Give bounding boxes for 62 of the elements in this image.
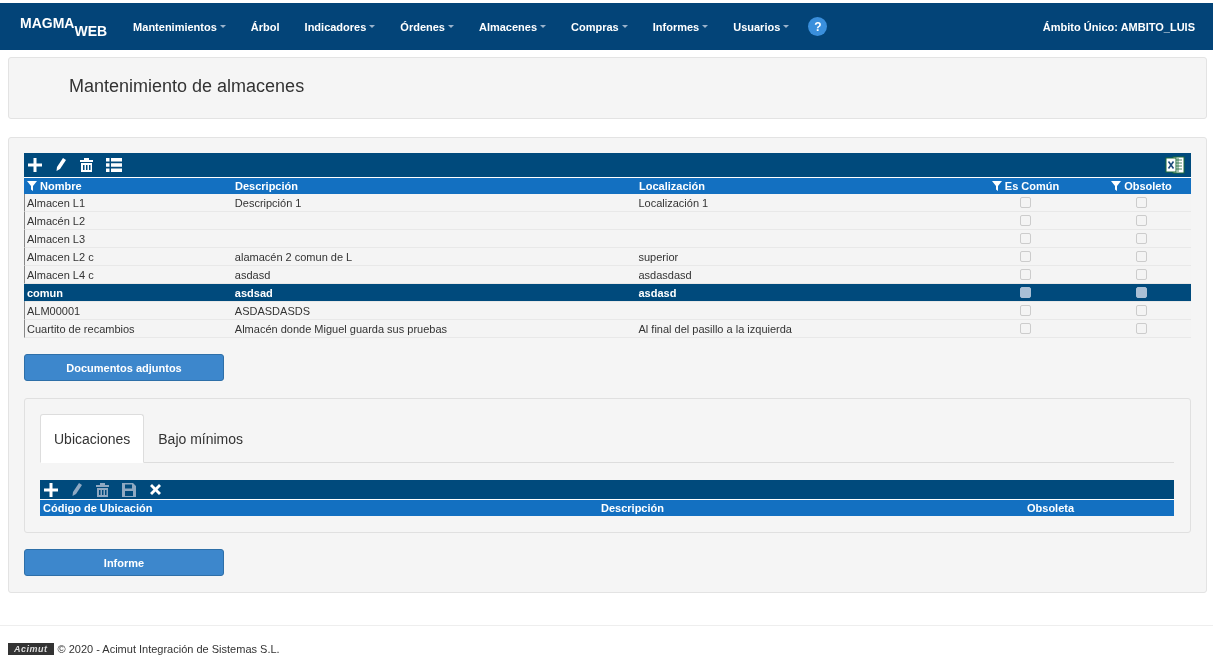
column-header[interactable]: Descripción bbox=[601, 502, 664, 514]
table-cell: Almacen L2 c bbox=[27, 250, 94, 263]
table-row[interactable]: Almacén L2 bbox=[24, 212, 1191, 230]
column-header[interactable]: Localización bbox=[639, 180, 706, 192]
add-icon[interactable] bbox=[28, 158, 42, 172]
table-row[interactable]: ALM00001 ASDASDASDS bbox=[24, 302, 1191, 320]
table-cell: alamacén 2 comun de L bbox=[234, 250, 353, 263]
column-header[interactable]: Es Común bbox=[1004, 180, 1060, 192]
table-cell: Descripción 1 bbox=[234, 196, 302, 209]
spreadsheet-export-icon[interactable] bbox=[1165, 155, 1185, 175]
table-cell: Al final del pasillo a la izquierda bbox=[638, 322, 792, 335]
table-cell: Localización 1 bbox=[638, 196, 709, 209]
filter-icon[interactable] bbox=[27, 181, 37, 191]
column-header[interactable]: Descripción bbox=[235, 180, 298, 192]
table-row[interactable]: Cuartito de recambios Almacén donde Miguel guarda sus pruebas Al final del pasillo a la izquierda bbox=[24, 320, 1191, 338]
table-cell: asdsad bbox=[234, 286, 273, 299]
table-row[interactable]: Almacen L4 c asdasd asdasdasd bbox=[24, 266, 1191, 284]
scope-label: Ámbito Único: AMBITO_LUIS bbox=[1042, 20, 1195, 33]
copyright-text: © 2020 - Acimut Integración de Sistemas S.L. bbox=[57, 643, 280, 655]
filter-icon[interactable] bbox=[1111, 181, 1122, 191]
table-row[interactable]: Almacen L1 Descripción 1 Localización 1 bbox=[24, 194, 1191, 212]
nav-menu-item[interactable]: Órdenes bbox=[400, 20, 454, 33]
column-header[interactable]: Nombre bbox=[40, 180, 82, 192]
column-header[interactable]: Obsoleta bbox=[1027, 502, 1075, 514]
table-cell: Cuartito de recambios bbox=[27, 322, 135, 335]
tab[interactable]: Ubicaciones bbox=[40, 414, 145, 463]
nav-menu-item[interactable]: Usuarios bbox=[733, 20, 790, 33]
table-cell: ASDASDASDS bbox=[234, 304, 311, 317]
page-title: Mantenimiento de almacenes bbox=[69, 75, 305, 97]
close-icon[interactable] bbox=[149, 483, 162, 496]
app-logo[interactable]: MAGMAWEB bbox=[20, 14, 108, 39]
table-row[interactable]: comun asdsad asdasd bbox=[24, 284, 1191, 302]
nav-menu-item[interactable]: Informes bbox=[652, 20, 709, 33]
report-button[interactable]: Informe bbox=[24, 549, 224, 576]
pencil-icon[interactable] bbox=[55, 158, 67, 172]
trash-icon[interactable] bbox=[80, 158, 93, 172]
table-row[interactable]: Almacen L2 c alamacén 2 comun de L superior bbox=[24, 248, 1191, 266]
attachments-button[interactable]: Documentos adjuntos bbox=[24, 354, 224, 381]
table-cell: comun bbox=[27, 286, 64, 299]
table-cell: asdasd bbox=[638, 286, 677, 299]
company-logo: Acimut bbox=[8, 643, 54, 655]
table-cell: Almacen L1 bbox=[27, 196, 86, 209]
table-cell: asdasd bbox=[234, 268, 271, 281]
table-cell: Almacen L3 bbox=[27, 232, 86, 245]
column-header[interactable]: Obsoleto bbox=[1124, 180, 1172, 192]
filter-icon[interactable] bbox=[991, 181, 1002, 191]
table-cell: superior bbox=[638, 250, 679, 263]
tab[interactable]: Bajo mínimos bbox=[144, 414, 258, 463]
nav-menu-item[interactable]: Mantenimientos bbox=[133, 20, 226, 33]
table-cell: asdasdasd bbox=[638, 268, 692, 281]
table-cell: Almacen L4 c bbox=[27, 268, 94, 281]
add-icon[interactable] bbox=[44, 482, 58, 497]
nav-menu-item[interactable]: Árbol bbox=[250, 20, 280, 33]
nav-menu-item[interactable]: Indicadores bbox=[304, 20, 376, 33]
list-icon[interactable] bbox=[106, 158, 122, 172]
table-row[interactable]: Almacen L3 bbox=[24, 230, 1191, 248]
table-cell: Almacén L2 bbox=[27, 214, 86, 227]
table-cell: Almacén donde Miguel guarda sus pruebas bbox=[234, 322, 448, 335]
column-header[interactable]: Código de Ubicación bbox=[43, 502, 153, 514]
nav-menu-item[interactable]: Almacenes bbox=[478, 20, 547, 33]
table-cell: ALM00001 bbox=[27, 304, 81, 317]
nav-menu-item[interactable]: Compras bbox=[571, 20, 628, 33]
